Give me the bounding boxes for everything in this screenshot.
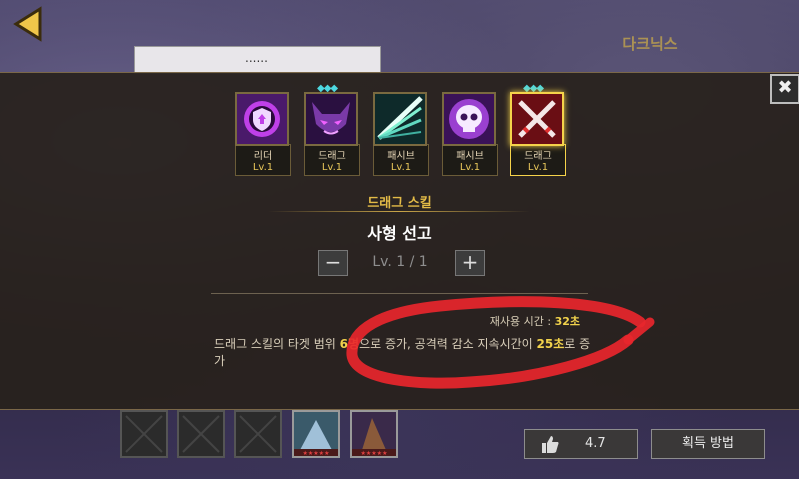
description-highlight-targets: 6명 bbox=[339, 337, 360, 351]
cooldown-text: 재사용 시간 : 32초 bbox=[440, 313, 580, 329]
skill-slot-passive-2[interactable]: 패시브 Lv.1 bbox=[442, 92, 498, 176]
skill-level-text: Lv. 1 / 1 bbox=[372, 254, 428, 270]
level-increase-button[interactable]: + bbox=[455, 250, 485, 276]
light-beams-icon bbox=[373, 92, 427, 146]
description-prefix: 드래그 스킬의 타겟 범위 bbox=[214, 337, 340, 351]
leader-shield-icon bbox=[235, 92, 289, 146]
back-arrow-icon[interactable] bbox=[10, 6, 46, 42]
skill-slot-drag-2-selected[interactable]: ◆◆◆ 드래그 Lv.1 bbox=[510, 83, 566, 176]
skill-level: Lv.1 bbox=[252, 162, 274, 173]
skill-slot-passive-1[interactable]: 패시브 Lv.1 bbox=[373, 92, 429, 176]
svg-text:★★★★★: ★★★★★ bbox=[361, 450, 388, 456]
skill-level: Lv.1 bbox=[459, 162, 481, 173]
hero-portrait-slot[interactable]: ★★★★★ bbox=[350, 410, 398, 458]
cooldown-value: 32초 bbox=[554, 315, 580, 328]
hero-portrait-slot[interactable]: ★★★★★ bbox=[292, 410, 340, 458]
level-decrease-button[interactable]: − bbox=[318, 250, 348, 276]
skill-description: 드래그 스킬의 타겟 범위 6명으로 증가, 공격력 감소 지속시간이 25초로… bbox=[214, 336, 594, 370]
content-divider bbox=[211, 293, 588, 294]
description-highlight-duration: 25초 bbox=[536, 337, 565, 351]
search-field-text: ...... bbox=[245, 51, 268, 65]
crossed-swords-icon bbox=[510, 92, 564, 146]
like-button[interactable]: 4.7 bbox=[524, 429, 638, 459]
empty-team-slot[interactable] bbox=[234, 410, 282, 458]
hero-name: 다크닉스 bbox=[622, 35, 678, 53]
skill-level: Lv.1 bbox=[390, 162, 412, 173]
skill-level: Lv.1 bbox=[527, 162, 549, 173]
skill-type-label: 드래그 스킬 bbox=[367, 196, 432, 211]
acquire-method-button[interactable]: 획득 방법 bbox=[651, 429, 765, 459]
skill-slot-drag-1[interactable]: ◆◆◆ 드래그 Lv.1 bbox=[304, 83, 360, 176]
thumbs-up-icon bbox=[542, 436, 559, 453]
skill-title: 사형 선고 bbox=[367, 224, 432, 243]
search-field[interactable]: ...... bbox=[134, 46, 381, 74]
description-middle: 으로 증가, 공격력 감소 지속시간이 bbox=[359, 337, 537, 351]
demon-face-icon bbox=[304, 92, 358, 146]
close-button[interactable]: ✖ bbox=[770, 74, 799, 104]
skill-slot-leader[interactable]: 리더 Lv.1 bbox=[235, 92, 291, 176]
like-value: 4.7 bbox=[585, 436, 606, 451]
svg-text:★★★★★: ★★★★★ bbox=[303, 450, 330, 456]
empty-team-slot[interactable] bbox=[177, 410, 225, 458]
skill-level: Lv.1 bbox=[321, 162, 343, 173]
section-divider bbox=[268, 211, 530, 212]
cooldown-label: 재사용 시간 : bbox=[489, 315, 555, 328]
empty-team-slot[interactable] bbox=[120, 410, 168, 458]
skull-icon bbox=[442, 92, 496, 146]
